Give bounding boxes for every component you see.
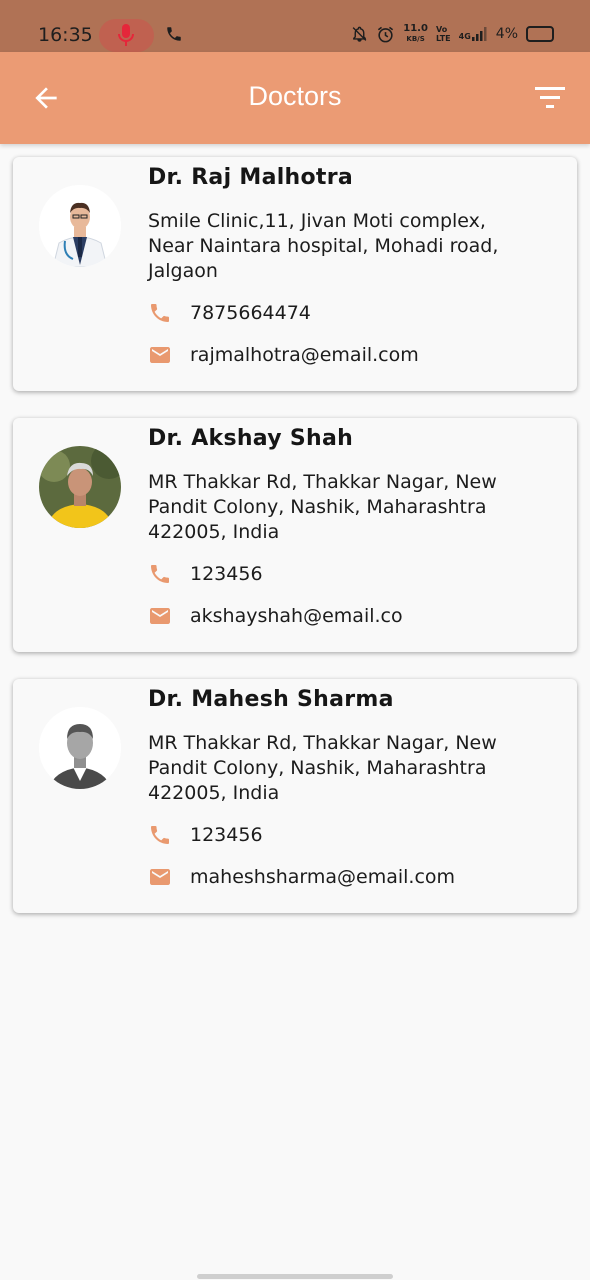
email-row[interactable]: akshayshah@email.co — [148, 604, 403, 628]
phone-icon — [151, 565, 169, 583]
volte-indicator: Vo LTE — [436, 25, 451, 43]
filter-icon — [535, 87, 565, 108]
address-line: MR Thakkar Rd, Thakkar Nagar, New — [148, 732, 497, 754]
doctor-name: Dr. Raj Malhotra — [148, 165, 354, 190]
address-line: Smile Clinic,11, Jivan Moti complex, — [148, 210, 486, 232]
doctor-photo-icon — [39, 446, 121, 528]
doctor-avatar — [39, 707, 121, 789]
doctor-card[interactable]: Dr. Mahesh Sharma MR Thakkar Rd, Thakkar… — [13, 679, 577, 913]
phone-icon — [151, 304, 169, 322]
battery-percent: 4% — [495, 26, 518, 42]
doctor-name: Dr. Akshay Shah — [148, 426, 354, 451]
network-speed-value: 11.0 — [403, 23, 428, 34]
doctor-avatar — [39, 446, 121, 528]
address-line: 422005, India — [148, 521, 280, 543]
doctor-address: Smile Clinic,11, Jivan Moti complex, Nea… — [148, 209, 558, 284]
network-speed-unit: KB/S — [406, 35, 425, 43]
home-indicator[interactable] — [197, 1274, 393, 1279]
phone-number: 123456 — [190, 563, 263, 585]
filter-button[interactable] — [534, 84, 566, 112]
status-bar: 16:35 11.0 KB/S Vo LTE 4G 4% — [0, 0, 590, 52]
status-time: 16:35 — [38, 24, 93, 46]
call-icon — [167, 27, 181, 41]
alarm-icon — [378, 26, 394, 42]
signal-bars-icon — [471, 27, 487, 41]
phone-row[interactable]: 123456 — [148, 562, 263, 586]
address-line: MR Thakkar Rd, Thakkar Nagar, New — [148, 471, 497, 493]
signal-indicator: 4G — [459, 27, 488, 41]
microphone-icon — [118, 24, 134, 46]
mic-indicator — [99, 19, 154, 52]
email-icon — [150, 347, 170, 363]
battery-icon — [526, 26, 554, 42]
email-address: rajmalhotra@email.com — [190, 344, 419, 366]
phone-row[interactable]: 7875664474 — [148, 301, 311, 325]
network-type: 4G — [458, 32, 471, 41]
volte-top: Vo — [435, 25, 448, 34]
app-bar: Doctors — [0, 52, 590, 144]
email-address: akshayshah@email.co — [190, 605, 403, 627]
person-placeholder-icon — [39, 707, 121, 789]
phone-number: 7875664474 — [190, 302, 311, 324]
address-line: Pandit Colony, Nashik, Maharashtra — [148, 757, 487, 779]
volte-bottom: LTE — [435, 34, 451, 43]
address-line: Jalgaon — [148, 260, 218, 282]
mute-bell-icon — [352, 26, 367, 42]
doctor-photo-icon — [39, 185, 121, 267]
network-speed: 11.0 KB/S — [403, 24, 428, 44]
email-icon — [150, 608, 170, 624]
page-title: Doctors — [248, 81, 342, 111]
phone-icon — [151, 826, 169, 844]
doctor-card[interactable]: Dr. Raj Malhotra Smile Clinic,11, Jivan … — [13, 157, 577, 391]
doctor-name: Dr. Mahesh Sharma — [148, 687, 394, 712]
email-address: maheshsharma@email.com — [190, 866, 456, 888]
doctor-card[interactable]: Dr. Akshay Shah MR Thakkar Rd, Thakkar N… — [13, 418, 577, 652]
email-row[interactable]: rajmalhotra@email.com — [148, 343, 419, 367]
doctor-address: MR Thakkar Rd, Thakkar Nagar, New Pandit… — [148, 470, 558, 545]
doctor-address: MR Thakkar Rd, Thakkar Nagar, New Pandit… — [148, 731, 558, 806]
doctor-avatar — [39, 185, 121, 267]
phone-row[interactable]: 123456 — [148, 823, 263, 847]
phone-number: 123456 — [190, 824, 263, 846]
email-row[interactable]: maheshsharma@email.com — [148, 865, 455, 889]
email-icon — [150, 869, 170, 885]
address-line: Pandit Colony, Nashik, Maharashtra — [148, 496, 487, 518]
address-line: 422005, India — [148, 782, 280, 804]
status-indicators: 11.0 KB/S Vo LTE 4G 4% — [351, 24, 554, 44]
address-line: Near Naintara hospital, Mohadi road, — [148, 235, 499, 257]
